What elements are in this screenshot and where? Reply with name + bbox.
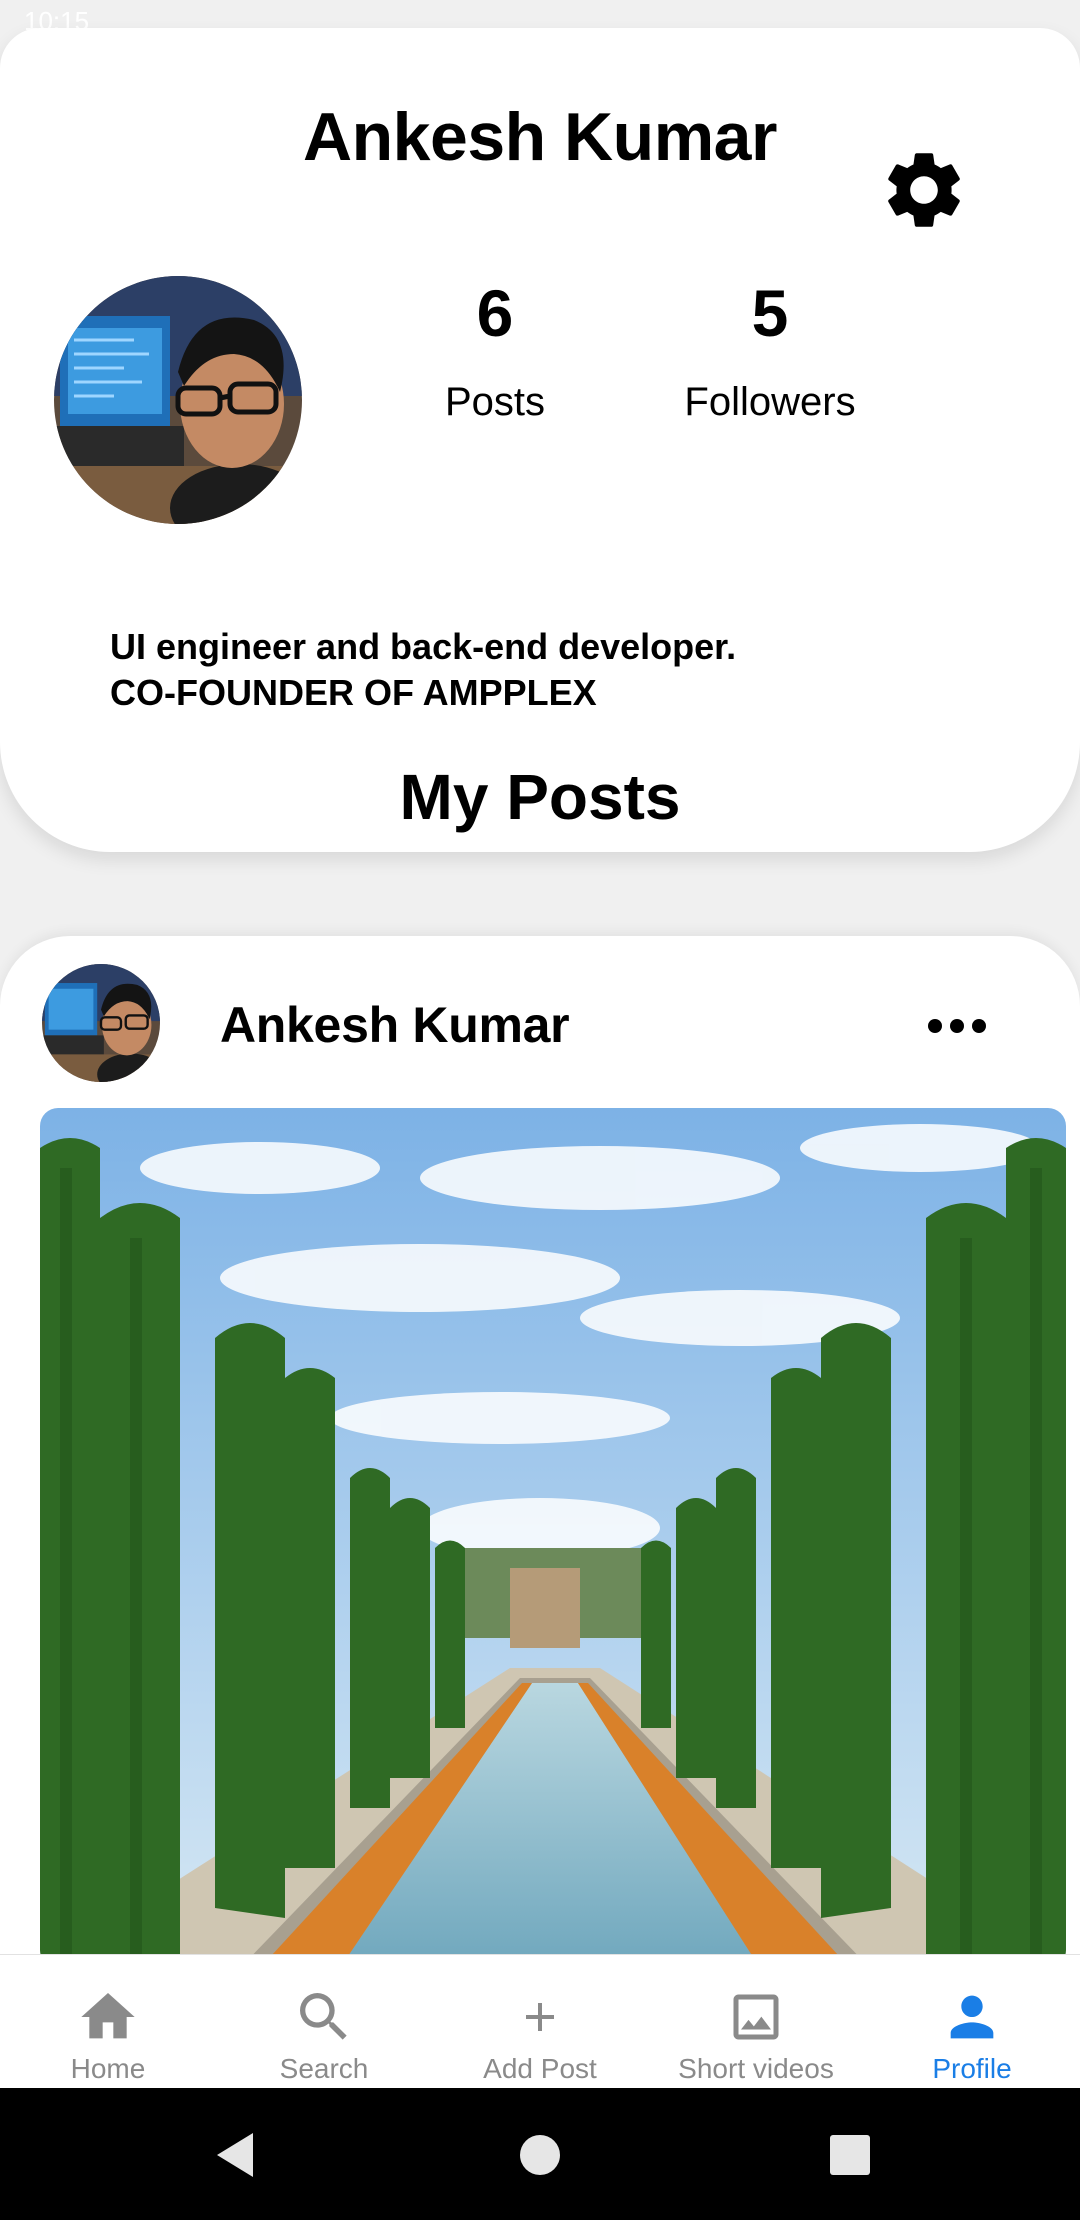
person-icon — [940, 1985, 1004, 2049]
status-bar: 10:15 — [0, 0, 1080, 36]
garden-photo — [40, 1108, 1066, 1956]
post-card: Ankesh Kumar — [0, 936, 1080, 1956]
posts-label: Posts — [444, 380, 546, 424]
recents-square-icon — [830, 2135, 870, 2175]
nav-add-post[interactable]: Add Post — [432, 1955, 648, 2088]
post-image[interactable] — [40, 1108, 1066, 1956]
followers-stat[interactable]: 5 Followers — [660, 268, 880, 434]
settings-button[interactable] — [876, 142, 972, 238]
posts-stat[interactable]: 6 Posts — [410, 268, 580, 434]
post-author-name[interactable]: Ankesh Kumar — [220, 996, 570, 1054]
posts-count: 6 — [476, 276, 514, 350]
nav-search-label: Search — [279, 2053, 369, 2084]
nav-add-post-label: Add Post — [483, 2053, 597, 2084]
nav-home[interactable]: Home — [0, 1955, 216, 2088]
system-navigation-bar — [0, 2088, 1080, 2220]
nav-profile-label: Profile — [932, 2053, 1012, 2084]
system-recents-button[interactable] — [815, 2120, 885, 2190]
profile-avatar[interactable] — [54, 276, 302, 524]
avatar-photo — [42, 964, 160, 1082]
image-icon — [724, 1985, 788, 2049]
system-home-button[interactable] — [505, 2120, 575, 2190]
nav-short-videos-label: Short videos — [678, 2053, 834, 2084]
bio-line-2: CO-FOUNDER OF AMPPLEX — [110, 672, 597, 713]
back-triangle-icon — [217, 2133, 253, 2177]
bio-line-1: UI engineer and back-end developer. — [110, 626, 737, 667]
home-icon — [76, 1985, 140, 2049]
post-author-avatar[interactable] — [42, 964, 160, 1082]
profile-bio: UI engineer and back-end developer. CO-F… — [110, 624, 1010, 716]
home-circle-icon — [520, 2135, 560, 2175]
system-back-button[interactable] — [200, 2120, 270, 2190]
nav-short-videos[interactable]: Short videos — [648, 1955, 864, 2088]
search-icon — [292, 1985, 356, 2049]
plus-icon — [508, 1985, 572, 2049]
avatar-photo — [54, 276, 302, 524]
nav-home-label: Home — [70, 2053, 146, 2084]
profile-header-card: Ankesh Kumar 6 Posts 5 Followers UI engi… — [0, 28, 1080, 852]
gear-icon — [888, 153, 960, 227]
nav-search[interactable]: Search — [216, 1955, 432, 2088]
post-options-button[interactable] — [914, 996, 1000, 1056]
followers-count: 5 — [751, 276, 789, 350]
my-posts-title: My Posts — [399, 761, 681, 833]
more-horizontal-icon — [928, 1019, 986, 1033]
nav-profile[interactable]: Profile — [864, 1955, 1080, 2088]
bottom-navigation: Home Search Add Post Short videos Profil… — [0, 1954, 1080, 2088]
followers-label: Followers — [684, 380, 856, 424]
